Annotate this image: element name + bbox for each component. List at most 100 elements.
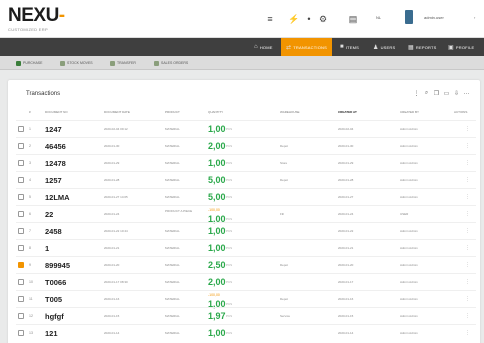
user-menu-chevron-icon[interactable]: ›	[474, 15, 475, 20]
created-at: 2020-01-20	[338, 263, 354, 267]
product-name: MATERIAL	[165, 161, 180, 165]
row-checkbox[interactable]	[18, 330, 24, 336]
document-number[interactable]: 1247	[45, 125, 62, 134]
table-row[interactable]: 4 1257 2020-01-28 MATERIAL 5,00 PCS Depot 2020-…	[16, 171, 476, 188]
subnav-transfer[interactable]: TRANSFER	[110, 59, 136, 67]
table-row[interactable]: 12 hgfgf 2020-01-15 MATERIAL 1,97 PCS Service 2…	[16, 307, 476, 324]
row-menu-icon[interactable]: ⋮	[465, 330, 470, 336]
col-document-date[interactable]: DOCUMENT DATE	[104, 110, 130, 114]
nav-items[interactable]: ■ ITEMS	[340, 38, 359, 56]
table-row[interactable]: 8 1 2020-01-21 MATERIAL 1,00 PCS 2020-01-21 Adm…	[16, 239, 476, 256]
col-quantity[interactable]: QUANTITY	[208, 110, 223, 114]
col-created-at[interactable]: CREATED AT	[338, 110, 357, 114]
document-date: 2020-01-14	[104, 331, 120, 335]
bolt-icon[interactable]: ⚡	[288, 12, 300, 26]
user-name[interactable]: admin.user	[424, 15, 444, 20]
row-checkbox[interactable]	[18, 313, 24, 319]
row-checkbox[interactable]	[18, 211, 24, 217]
nav-transactions[interactable]: ⇄ TRANSACTIONS	[281, 38, 332, 56]
table-row[interactable]: 11 T005 2020-01-16 MATERIAL -100,00 1,00 PCS De…	[16, 290, 476, 309]
col-warehouse[interactable]: WAREHOUSE	[280, 110, 300, 114]
copy-icon[interactable]: ❐	[433, 88, 440, 98]
pin-icon[interactable]: •	[303, 12, 315, 26]
created-by: Admin Admin	[400, 314, 418, 318]
row-menu-icon[interactable]: ⋮	[465, 177, 470, 183]
quantity-value: 1,00	[208, 328, 226, 338]
row-checkbox[interactable]	[18, 228, 24, 234]
document-number[interactable]: T0066	[45, 278, 66, 287]
row-menu-icon[interactable]: ⋮	[465, 279, 470, 285]
row-checkbox[interactable]	[18, 194, 24, 200]
document-number[interactable]: 899945	[45, 261, 70, 270]
row-menu-icon[interactable]: ⋮	[465, 313, 470, 319]
table-row[interactable]: 5 12LMA 2020-01-27 14:05 MATERIAL 5,00 PCS 202…	[16, 188, 476, 205]
search-icon[interactable]: ⌕	[423, 88, 430, 98]
nav-profile[interactable]: ▣ PROFILE	[448, 38, 474, 56]
more-icon[interactable]: …	[463, 88, 470, 98]
quantity-value: 1,00	[208, 158, 226, 168]
row-checkbox[interactable]	[18, 245, 24, 251]
created-at: 2020-01-15	[338, 314, 354, 318]
document-number[interactable]: T005	[45, 295, 62, 304]
table-row[interactable]: 10 T0066 2020-01-17 08:30 MATERIAL 2,00 PCS 20…	[16, 273, 476, 290]
document-number[interactable]: 1	[45, 244, 49, 253]
row-checkbox[interactable]	[18, 126, 24, 132]
subnav-purchase[interactable]: PURCHASE	[16, 59, 42, 67]
gear-icon[interactable]: ⚙	[317, 12, 329, 26]
export-icon[interactable]: ⇩	[453, 88, 460, 98]
table-row[interactable]: 2 46456 2020-01-30 MATERIAL 2,00 PCS Depot 2020…	[16, 137, 476, 154]
table-row[interactable]: 7 2458 2020-01-22 10:44 MATERIAL 1,00 PCS 2020…	[16, 222, 476, 239]
document-number[interactable]: 22	[45, 210, 53, 219]
filter-icon[interactable]: ⋮	[413, 88, 420, 98]
row-menu-icon[interactable]: ⋮	[465, 160, 470, 166]
col-index[interactable]: #	[29, 110, 31, 114]
document-number[interactable]: 12478	[45, 159, 66, 168]
row-index: 12	[29, 314, 33, 318]
row-menu-icon[interactable]: ⋮	[465, 126, 470, 132]
col-product[interactable]: PRODUCT	[165, 110, 180, 114]
document-number[interactable]: 1257	[45, 176, 62, 185]
row-index: 9	[29, 263, 31, 267]
table-row[interactable]: 1 1247 2020-02-04 09:12 MATERIAL 1,00 PCS 2020…	[16, 120, 476, 137]
panel-toolbar: ⋮ ⌕ ❐ ▭ ⇩ …	[413, 88, 470, 98]
table-row[interactable]: 3 12478 2020-01-29 MATERIAL 1,00 PCS Store 2020…	[16, 154, 476, 171]
row-menu-icon[interactable]: ⋮	[465, 211, 470, 217]
print-icon[interactable]: ▭	[443, 88, 450, 98]
row-menu-icon[interactable]: ⋮	[465, 262, 470, 268]
language-label[interactable]: NL	[376, 15, 381, 20]
avatar[interactable]	[405, 10, 413, 24]
table-row[interactable]: 9 899945 2020-01-20 MATERIAL 2,50 PCS Depot 202…	[16, 256, 476, 273]
hamburger-icon[interactable]: ≡	[264, 12, 276, 26]
subnav-sales-orders[interactable]: SALES ORDERS	[154, 59, 188, 67]
row-menu-icon[interactable]: ⋮	[465, 245, 470, 251]
table-row[interactable]: 6 22 2020-01-24 PRODUCT A PIECE -100,00 1,00 P…	[16, 205, 476, 224]
row-menu-icon[interactable]: ⋮	[465, 296, 470, 302]
calendar-icon[interactable]: ▤	[347, 12, 359, 26]
nav-home[interactable]: ⌂ HOME	[254, 38, 273, 56]
row-menu-icon[interactable]: ⋮	[465, 143, 470, 149]
row-index: 1	[29, 127, 31, 131]
row-checkbox[interactable]	[18, 262, 24, 268]
document-number[interactable]: 2458	[45, 227, 62, 236]
subnav-stock-moves[interactable]: STOCK MOVES	[60, 59, 93, 67]
row-checkbox[interactable]	[18, 177, 24, 183]
col-document-no[interactable]: DOCUMENT NO	[45, 110, 68, 114]
document-number[interactable]: hgfgf	[45, 312, 64, 321]
row-menu-icon[interactable]: ⋮	[465, 228, 470, 234]
stock-icon	[60, 60, 65, 66]
row-checkbox[interactable]	[18, 143, 24, 149]
row-menu-icon[interactable]: ⋮	[465, 194, 470, 200]
warehouse-name: Depot	[280, 144, 289, 148]
row-checkbox[interactable]	[18, 160, 24, 166]
col-created-by[interactable]: CREATED BY	[400, 110, 419, 114]
document-number[interactable]: 12LMA	[45, 193, 70, 202]
table-row[interactable]: 13 121 2020-01-14 MATERIAL 1,00 PCS 2020-01-14…	[16, 324, 476, 341]
row-index: 5	[29, 195, 31, 199]
nav-reports[interactable]: ▦ REPORTS	[408, 38, 437, 56]
row-checkbox[interactable]	[18, 279, 24, 285]
document-number[interactable]: 121	[45, 329, 58, 338]
nav-users[interactable]: ♟ USERS	[373, 38, 395, 56]
document-number[interactable]: 46456	[45, 142, 66, 151]
row-checkbox[interactable]	[18, 296, 24, 302]
nav-label: HOME	[259, 44, 273, 50]
